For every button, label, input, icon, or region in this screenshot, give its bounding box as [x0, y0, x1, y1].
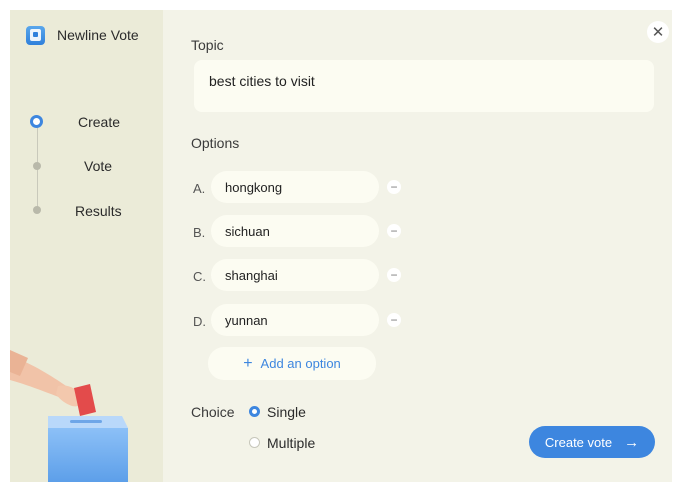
app-title: Newline Vote: [57, 27, 139, 43]
minus-icon: −: [390, 313, 398, 327]
vote-window: Newline Vote Create Vote Results ✕ Topic…: [10, 10, 672, 482]
option-value: yunnan: [225, 313, 268, 328]
topic-label: Topic: [191, 37, 224, 53]
add-option-button[interactable]: + Add an option: [208, 347, 376, 380]
remove-option-b-button[interactable]: −: [387, 224, 401, 238]
step-indicator-vote: [33, 162, 41, 170]
remove-option-a-button[interactable]: −: [387, 180, 401, 194]
step-indicator-results: [33, 206, 41, 214]
create-vote-panel: ✕ Topic best cities to visit Options A. …: [163, 10, 672, 482]
topic-value: best cities to visit: [209, 73, 315, 89]
create-vote-label: Create vote: [544, 434, 613, 450]
options-label: Options: [191, 135, 240, 151]
choice-label: Choice: [191, 404, 235, 420]
minus-icon: −: [390, 180, 398, 194]
minus-icon: −: [390, 224, 398, 238]
multiple-radio[interactable]: [249, 437, 260, 448]
sidebar: Newline Vote Create Vote Results: [10, 10, 163, 482]
app-logo-icon: [26, 26, 45, 45]
step-indicator-create: [30, 115, 43, 128]
step-results[interactable]: Results: [75, 203, 122, 219]
option-input-b[interactable]: sichuan: [211, 215, 379, 247]
option-value: shanghai: [225, 268, 278, 283]
option-letter: C.: [193, 269, 206, 284]
minus-icon: −: [390, 268, 398, 282]
option-value: sichuan: [225, 224, 270, 239]
multiple-label[interactable]: Multiple: [267, 435, 315, 451]
step-create[interactable]: Create: [78, 114, 120, 130]
option-value: hongkong: [225, 180, 283, 195]
option-input-c[interactable]: shanghai: [211, 259, 379, 291]
option-input-d[interactable]: yunnan: [211, 304, 379, 336]
option-letter: A.: [193, 181, 206, 196]
option-letter: D.: [193, 314, 206, 329]
arrow-right-icon: →: [624, 433, 640, 451]
option-letter: B.: [193, 225, 206, 240]
add-option-label: Add an option: [260, 356, 341, 371]
step-vote[interactable]: Vote: [84, 158, 112, 174]
plus-icon: +: [243, 355, 253, 372]
single-radio[interactable]: [249, 406, 260, 417]
topic-input[interactable]: best cities to visit: [194, 60, 654, 112]
option-input-a[interactable]: hongkong: [211, 171, 379, 203]
create-vote-button[interactable]: Create vote →: [529, 426, 655, 458]
close-icon: ✕: [651, 24, 665, 41]
remove-option-d-button[interactable]: −: [387, 313, 401, 327]
remove-option-c-button[interactable]: −: [387, 268, 401, 282]
close-button[interactable]: ✕: [647, 21, 669, 43]
single-label[interactable]: Single: [267, 404, 306, 420]
ballot-box-illustration: [10, 350, 128, 482]
